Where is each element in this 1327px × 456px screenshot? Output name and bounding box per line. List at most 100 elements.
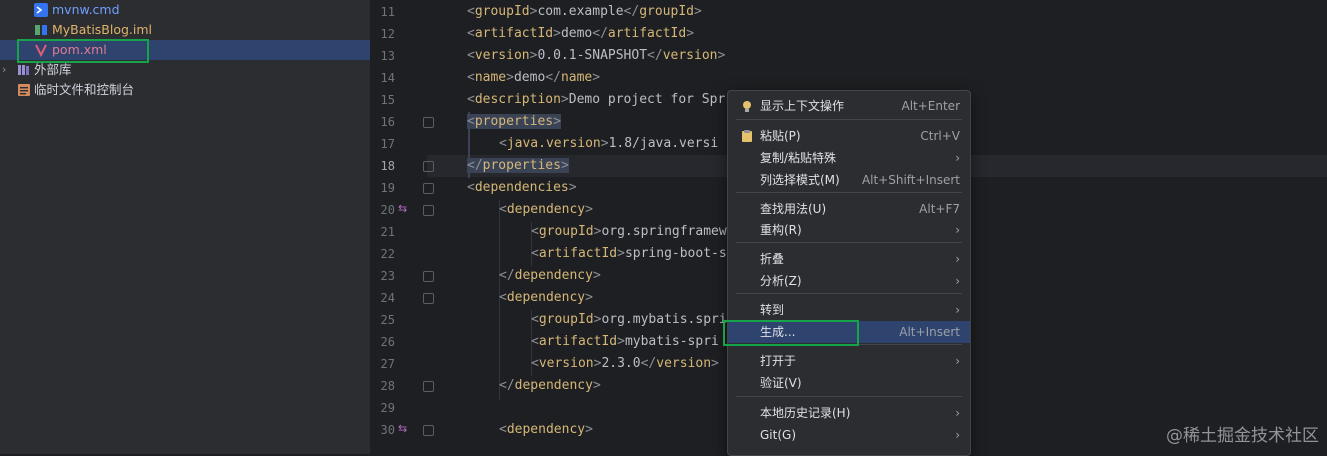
menu-item[interactable]: 粘贴(P) Ctrl+V	[728, 125, 970, 147]
line-number: 16	[380, 115, 395, 129]
menu-item[interactable]: 复制/粘贴特殊 ›	[728, 147, 970, 169]
menu-item-label: 复制/粘贴特殊	[760, 151, 837, 165]
menu-item-label: 打开于	[760, 354, 797, 368]
chevron-right-icon[interactable]: ›	[2, 60, 12, 80]
fold-marker-icon[interactable]	[423, 183, 434, 194]
tree-item-label: 外部库	[34, 62, 72, 77]
code-line[interactable]: <dependency>	[499, 287, 593, 309]
fold-marker-icon[interactable]	[423, 161, 434, 172]
code-line[interactable]: <artifactId>spring-boot-s	[531, 243, 727, 265]
menu-item[interactable]: 分析(Z) ›	[728, 270, 970, 292]
maven-icon	[34, 43, 48, 58]
menu-item-shortcut: Alt+Insert	[899, 325, 960, 339]
fold-marker-icon[interactable]	[423, 425, 434, 436]
line-number: 18	[380, 159, 395, 173]
fold-marker-icon[interactable]	[423, 271, 434, 282]
line-number: 12	[380, 27, 395, 41]
code-line[interactable]: </dependency>	[499, 375, 601, 397]
code-line[interactable]: <artifactId>mybatis-spri	[531, 331, 719, 353]
menu-item[interactable]: 重构(R) ›	[728, 219, 970, 241]
maven-dependency-icon[interactable]: ⇆	[398, 202, 407, 215]
fold-marker-icon[interactable]	[423, 381, 434, 392]
menu-item[interactable]: 本地历史记录(H) ›	[728, 402, 970, 424]
menu-item-label: 验证(V)	[760, 376, 802, 390]
menu-item-label: 生成...	[760, 325, 796, 339]
line-number: 22	[380, 247, 395, 261]
scratch-icon	[17, 83, 31, 97]
code-line[interactable]: <groupId>org.springframew	[531, 221, 727, 243]
chevron-right-icon: ›	[955, 252, 960, 266]
code-line[interactable]: <java.version>1.8/java.versi	[499, 133, 718, 155]
project-tree-panel: mvnw.cmd MyBatisBlog.iml pom.xml › 外部库 临…	[0, 0, 371, 454]
code-line[interactable]: <version>0.0.1-SNAPSHOT</version>	[467, 45, 725, 67]
code-line[interactable]: <description>Demo project for Spr	[467, 89, 725, 111]
tree-item-label: mvnw.cmd	[52, 2, 120, 17]
menu-item[interactable]: 打开于 ›	[728, 350, 970, 372]
menu-separator	[736, 119, 962, 120]
menu-item[interactable]: 折叠 ›	[728, 248, 970, 270]
menu-item[interactable]: 列选择模式(M) Alt+Shift+Insert	[728, 169, 970, 191]
tree-item-label: 临时文件和控制台	[34, 82, 135, 97]
lightbulb-icon	[740, 99, 754, 113]
code-line[interactable]: <name>demo</name>	[467, 67, 600, 89]
menu-item-label: Git(G)	[760, 428, 796, 442]
fold-marker-icon[interactable]	[423, 293, 434, 304]
line-number: 15	[380, 93, 395, 107]
tree-item-mybatisblog-iml[interactable]: MyBatisBlog.iml	[0, 20, 370, 40]
fold-marker-icon[interactable]	[423, 117, 434, 128]
menu-item-shortcut: Alt+F7	[919, 202, 960, 216]
line-number: 27	[380, 357, 395, 371]
chevron-right-icon: ›	[955, 223, 960, 237]
tree-item-label: pom.xml	[52, 42, 107, 57]
tree-item-mvnw-cmd[interactable]: mvnw.cmd	[0, 0, 370, 20]
menu-item-label: 重构(R)	[760, 223, 802, 237]
tree-item-pom-xml[interactable]: pom.xml	[0, 40, 370, 60]
menu-item-label: 粘贴(P)	[760, 129, 801, 143]
tree-item-external-libraries[interactable]: › 外部库	[0, 60, 370, 80]
code-line[interactable]: <properties>	[467, 111, 561, 133]
menu-item-label: 分析(Z)	[760, 274, 802, 288]
code-line[interactable]: <groupId>com.example</groupId>	[467, 1, 702, 23]
menu-item-label: 显示上下文操作	[760, 99, 845, 113]
chevron-right-icon: ›	[955, 274, 960, 288]
line-number: 19	[380, 181, 395, 195]
context-menu: 显示上下文操作 Alt+Enter 粘贴(P) Ctrl+V 复制/粘贴特殊 › 列选择模式…	[727, 90, 971, 456]
chevron-right-icon: ›	[955, 428, 960, 442]
menu-item[interactable]: 转到 ›	[728, 299, 970, 321]
line-number: 11	[380, 5, 395, 19]
menu-item[interactable]: Git(G) ›	[728, 424, 970, 446]
menu-separator	[736, 344, 962, 345]
menu-item-label: 列选择模式(M)	[760, 173, 840, 187]
chevron-right-icon: ›	[955, 406, 960, 420]
line-number: 13	[380, 49, 395, 63]
fold-marker-icon[interactable]	[423, 205, 434, 216]
module-icon	[34, 23, 48, 37]
terminal-icon	[34, 3, 48, 17]
code-line[interactable]: <dependencies>	[467, 177, 577, 199]
line-number: 14	[380, 71, 395, 85]
menu-item[interactable]: 查找用法(U) Alt+F7	[728, 198, 970, 220]
code-line[interactable]: <groupId>org.mybatis.spri	[531, 309, 727, 331]
menu-item[interactable]: 显示上下文操作 Alt+Enter	[728, 95, 970, 117]
tree-item-label: MyBatisBlog.iml	[52, 22, 153, 37]
code-line[interactable]: <artifactId>demo</artifactId>	[467, 23, 694, 45]
menu-item-shortcut: Alt+Shift+Insert	[861, 173, 960, 187]
menu-separator	[736, 396, 962, 397]
menu-item-shortcut: Ctrl+V	[920, 129, 960, 143]
menu-item[interactable]: 验证(V)	[728, 372, 970, 394]
line-number: 24	[380, 291, 395, 305]
line-number: 26	[380, 335, 395, 349]
code-line[interactable]: <dependency>	[499, 199, 593, 221]
code-line[interactable]: <dependency>	[499, 419, 593, 441]
code-line[interactable]: </properties>	[467, 155, 569, 177]
menu-separator	[736, 242, 962, 243]
menu-item-label: 查找用法(U)	[760, 202, 827, 216]
clipboard-icon	[740, 129, 754, 143]
menu-item[interactable]: 生成... Alt+Insert	[728, 321, 970, 343]
code-line[interactable]: <version>2.3.0</version>	[531, 353, 719, 375]
code-line[interactable]: </dependency>	[499, 265, 601, 287]
tree-item-scratches[interactable]: 临时文件和控制台	[0, 80, 370, 100]
maven-dependency-icon[interactable]: ⇆	[398, 422, 407, 435]
line-number: 28	[380, 379, 395, 393]
line-number: 17	[380, 137, 395, 151]
